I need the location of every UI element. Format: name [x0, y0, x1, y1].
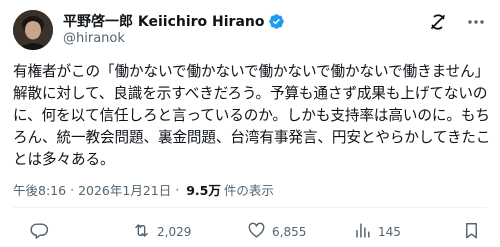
- retweet-icon: [132, 221, 151, 243]
- meta-separator: ·: [70, 182, 75, 197]
- retweet-button[interactable]: 2,029: [132, 221, 191, 243]
- views-label: 件の表示: [223, 183, 274, 198]
- tweet-text: 有権者がこの「働かないで働かないで働かないで働かないで働きません」 解散に対して…: [13, 61, 491, 171]
- author-display-name[interactable]: 平野啓一郎 Keiichiro Hirano: [63, 11, 264, 31]
- reply-icon: [30, 221, 49, 243]
- tweet-text-line: ろん、統一教会問題、裏金問題、台湾有事発言、円安とやらかしてきたこ: [13, 129, 491, 146]
- like-button[interactable]: 6,855: [247, 221, 306, 243]
- grok-icon[interactable]: [428, 12, 448, 32]
- meta-separator: ·: [175, 182, 180, 197]
- views-action-count: 145: [378, 225, 401, 239]
- views-count: 9.5万: [186, 183, 221, 198]
- tweet-card: 平野啓一郎 Keiichiro Hirano @hiranok 有権者がこの「働…: [0, 0, 500, 247]
- tweet-text-line: とは多々ある。: [13, 151, 115, 168]
- tweet-text-line: 解散に対して、良識を示すべきだろう。予算も通さず成果も上げてないの: [13, 85, 488, 102]
- retweet-count: 2,029: [157, 225, 192, 239]
- top-actions: [428, 12, 486, 32]
- reply-button[interactable]: [30, 221, 55, 243]
- avatar[interactable]: [13, 10, 53, 50]
- bookmark-button[interactable]: [462, 221, 481, 243]
- author-name-row: 平野啓一郎 Keiichiro Hirano: [63, 11, 285, 31]
- verified-badge-icon: [268, 13, 285, 30]
- tweet-text-line: 有権者がこの「働かないで働かないで働かないで働かないで働きません」: [13, 63, 490, 80]
- tweet-date[interactable]: 2026年1月21日: [78, 180, 171, 199]
- tweet-meta: 午後8:16 · 2026年1月21日 · 9.5万 件の表示: [13, 180, 274, 199]
- views-button[interactable]: 145: [353, 221, 401, 243]
- more-icon[interactable]: [466, 12, 486, 32]
- divider: [13, 207, 487, 208]
- tweet-time[interactable]: 午後8:16: [13, 180, 66, 199]
- bookmark-icon: [462, 221, 481, 243]
- like-count: 6,855: [272, 225, 307, 239]
- author-handle[interactable]: @hiranok: [63, 31, 125, 46]
- action-bar: 2,029 6,855 145: [0, 221, 500, 241]
- heart-icon: [247, 221, 266, 243]
- bar-chart-icon: [353, 221, 372, 243]
- tweet-text-line: に、何を以て信任しろと言っているのか。しかも支持率は高いのに。もち: [13, 107, 490, 124]
